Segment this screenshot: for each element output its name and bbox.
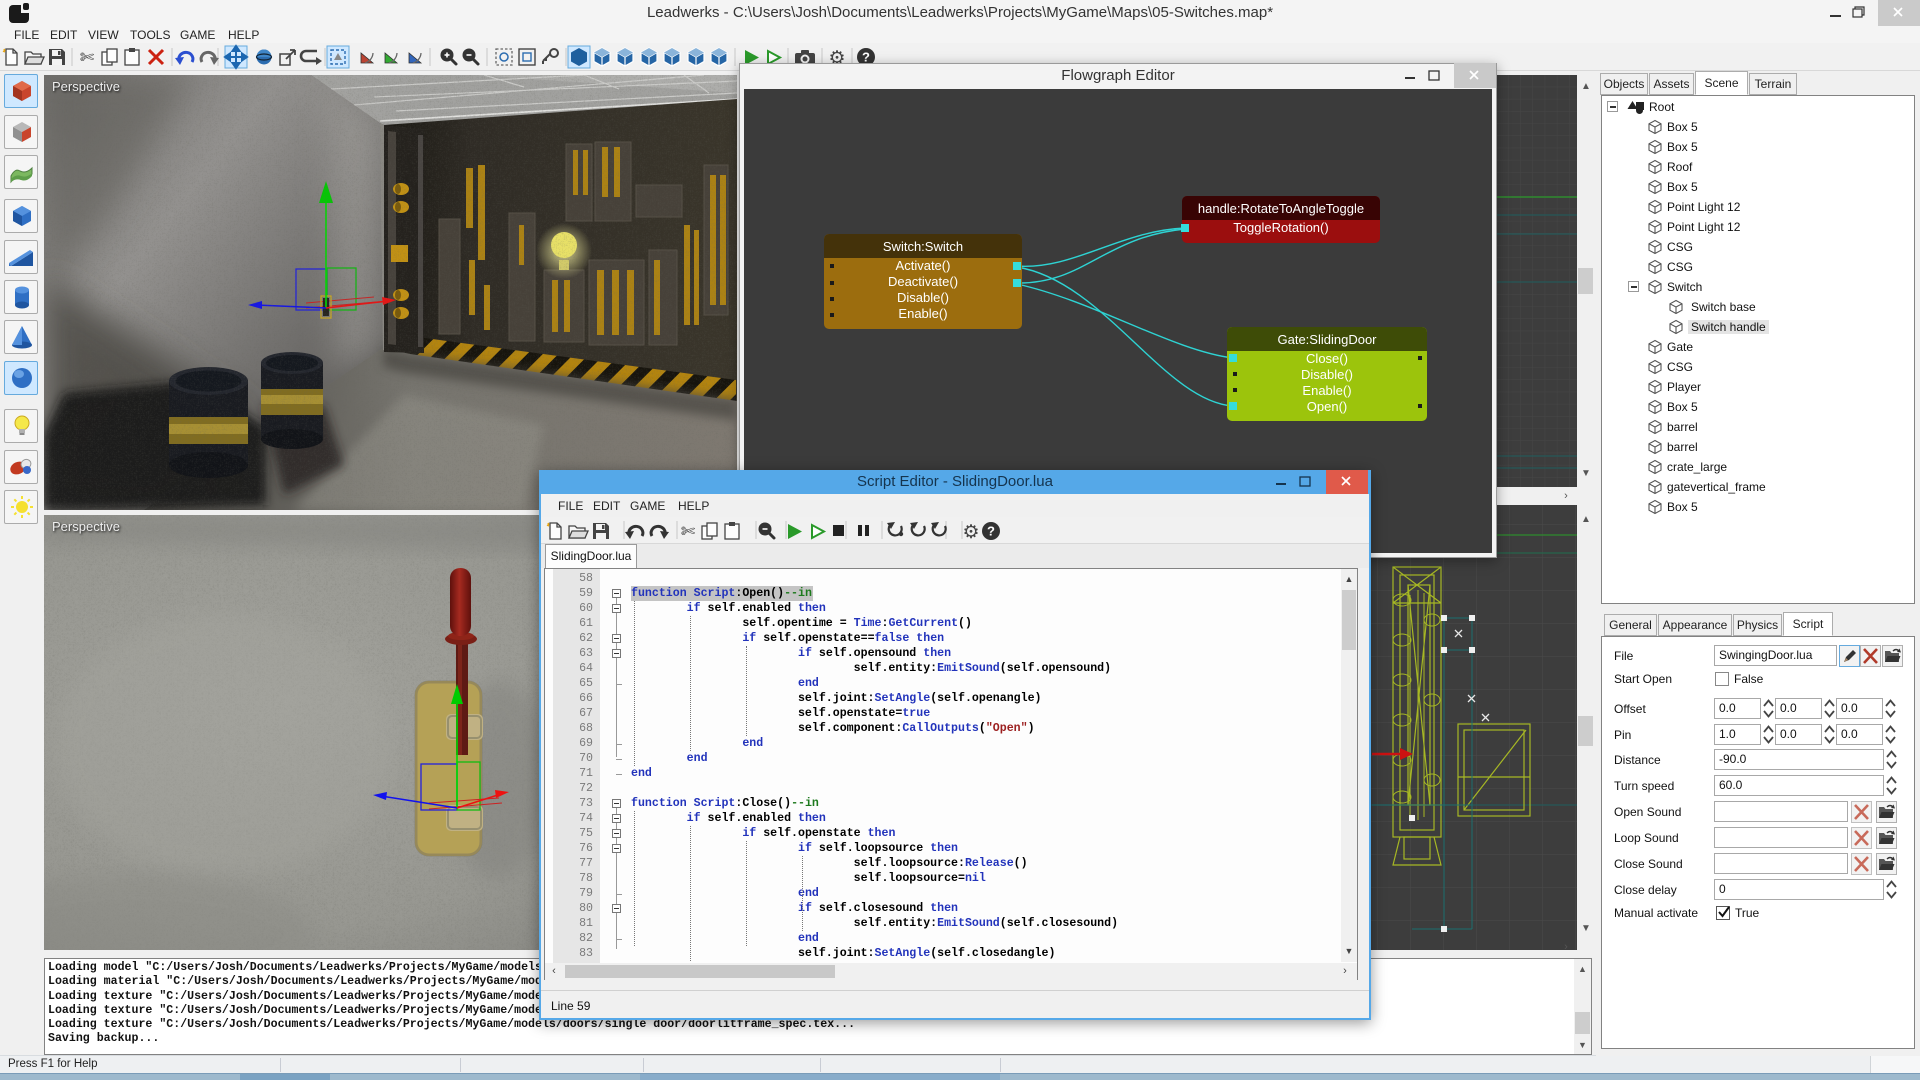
svg-text:?: ? [987, 524, 995, 539]
svg-text:✄: ✄ [80, 48, 95, 67]
svg-text:✄: ✄ [681, 522, 696, 541]
svg-text:⚙: ⚙ [962, 522, 979, 543]
